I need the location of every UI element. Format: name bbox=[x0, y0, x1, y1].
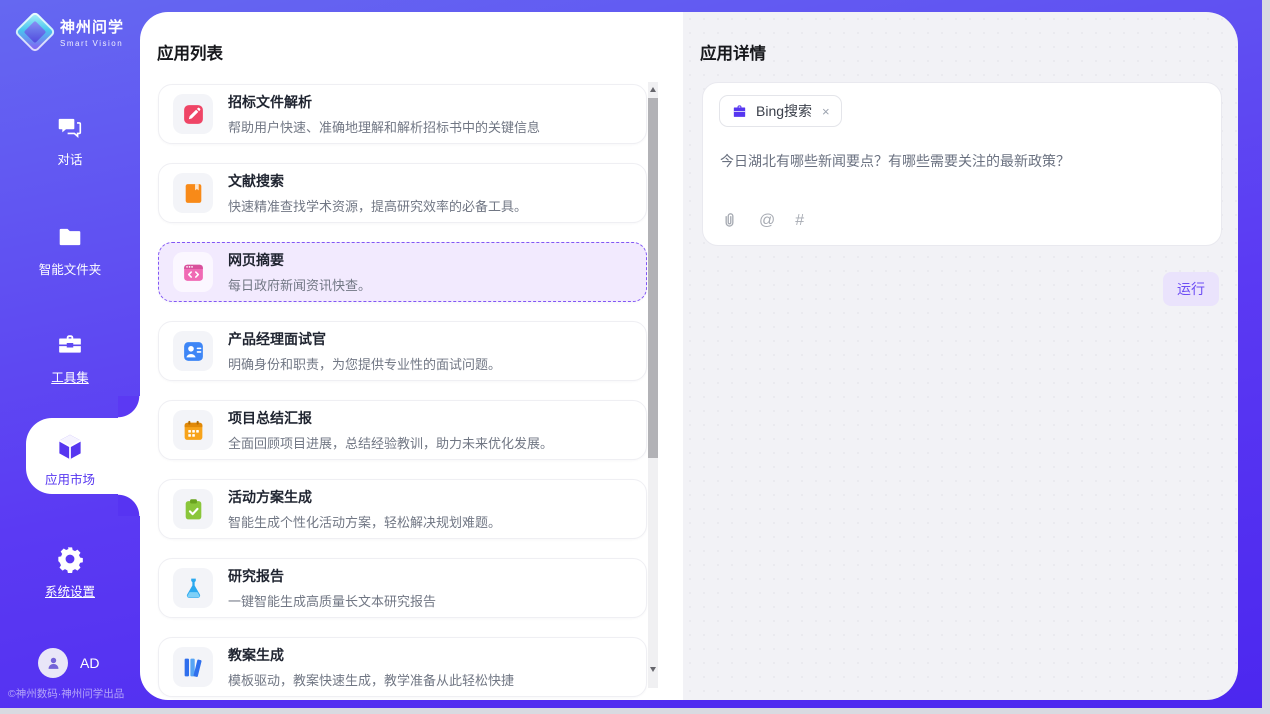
app-list-item[interactable]: 招标文件解析帮助用户快速、准确地理解和解析招标书中的关键信息 bbox=[158, 84, 647, 144]
app-name: 研究报告 bbox=[228, 566, 436, 586]
tag-close-icon[interactable]: × bbox=[822, 104, 830, 119]
user-name-label: AD bbox=[80, 655, 99, 671]
brand-diamond-icon bbox=[14, 11, 56, 53]
app-name: 产品经理面试官 bbox=[228, 329, 501, 349]
app-list-item[interactable]: 活动方案生成智能生成个性化活动方案，轻松解决规划难题。 bbox=[158, 479, 647, 539]
settings-icon bbox=[0, 544, 140, 574]
sidebar-item-market[interactable]: 应用市场 bbox=[0, 432, 140, 488]
prompt-card: Bing搜索 × 今日湖北有哪些新闻要点？有哪些需要关注的最新政策？ @ # bbox=[702, 82, 1222, 246]
pm-interviewer-icon bbox=[173, 331, 213, 371]
app-list-title: 应用列表 bbox=[157, 40, 223, 64]
app-name: 网页摘要 bbox=[228, 250, 371, 270]
person-icon bbox=[45, 655, 62, 672]
tender-parse-icon bbox=[173, 94, 213, 134]
app-detail-title: 应用详情 bbox=[700, 40, 766, 64]
app-list-panel: 应用列表 招标文件解析帮助用户快速、准确地理解和解析招标书中的关键信息文献搜索快… bbox=[140, 12, 683, 700]
lesson-plan-icon bbox=[173, 647, 213, 687]
prompt-input[interactable]: 今日湖北有哪些新闻要点？有哪些需要关注的最新政策？ bbox=[720, 151, 1205, 172]
app-description: 帮助用户快速、准确地理解和解析招标书中的关键信息 bbox=[228, 117, 540, 136]
sidebar-item-folder[interactable]: 智能文件夹 bbox=[0, 222, 140, 278]
sidebar-item-label: 工具集 bbox=[0, 367, 140, 386]
app-list: 招标文件解析帮助用户快速、准确地理解和解析招标书中的关键信息文献搜索快速精准查找… bbox=[158, 84, 647, 700]
briefcase-icon bbox=[731, 103, 748, 120]
toolbox-icon bbox=[0, 330, 140, 360]
app-description: 智能生成个性化活动方案，轻松解决规划难题。 bbox=[228, 512, 501, 531]
brand-name: 神州问学 bbox=[60, 16, 124, 37]
tool-tag-bing-search[interactable]: Bing搜索 × bbox=[719, 95, 842, 127]
app-description: 快速精准查找学术资源，提高研究效率的必备工具。 bbox=[228, 196, 527, 215]
triangle-down-icon bbox=[650, 667, 656, 672]
sidebar-item-chat[interactable]: 对话 bbox=[0, 112, 140, 168]
tag-label: Bing搜索 bbox=[756, 101, 812, 121]
paperclip-icon[interactable] bbox=[720, 211, 739, 230]
app-description: 模板驱动，教案快速生成，教学准备从此轻松快捷 bbox=[228, 670, 514, 689]
sidebar-item-toolbox[interactable]: 工具集 bbox=[0, 330, 140, 386]
sidebar-item-label: 系统设置 bbox=[0, 581, 140, 600]
app-description: 一键智能生成高质量长文本研究报告 bbox=[228, 591, 436, 610]
app-name: 招标文件解析 bbox=[228, 92, 540, 112]
market-icon bbox=[0, 432, 140, 462]
app-window: 神州问学 Smart Vision 对话智能文件夹工具集应用市场系统设置 AD … bbox=[0, 0, 1262, 708]
app-list-item[interactable]: 文献搜索快速精准查找学术资源，提高研究效率的必备工具。 bbox=[158, 163, 647, 223]
bubble-fillet-bottom bbox=[118, 494, 140, 516]
literature-search-icon bbox=[173, 173, 213, 213]
input-toolbar: @ # bbox=[720, 211, 804, 230]
folder-icon bbox=[0, 222, 140, 252]
app-name: 活动方案生成 bbox=[228, 487, 501, 507]
at-icon[interactable]: @ bbox=[759, 212, 775, 230]
app-list-item[interactable]: 产品经理面试官明确身份和职责，为您提供专业性的面试问题。 bbox=[158, 321, 647, 381]
research-report-icon bbox=[173, 568, 213, 608]
event-plan-icon bbox=[173, 489, 213, 529]
chat-icon bbox=[0, 112, 140, 142]
app-detail-panel: 应用详情 Bing搜索 × 今日湖北有哪些新闻要点？有哪些需要关注的最新政策？ … bbox=[683, 12, 1238, 700]
user-account[interactable]: AD bbox=[38, 648, 99, 678]
sidebar-item-label: 应用市场 bbox=[0, 469, 140, 488]
app-description: 明确身份和职责，为您提供专业性的面试问题。 bbox=[228, 354, 501, 373]
project-report-icon bbox=[173, 410, 213, 450]
brand-subtitle: Smart Vision bbox=[60, 39, 124, 48]
app-list-item[interactable]: 项目总结汇报全面回顾项目进展，总结经验教训，助力未来优化发展。 bbox=[158, 400, 647, 460]
sidebar: 神州问学 Smart Vision 对话智能文件夹工具集应用市场系统设置 AD … bbox=[0, 0, 140, 708]
app-name: 文献搜索 bbox=[228, 171, 527, 191]
app-list-item[interactable]: 研究报告一键智能生成高质量长文本研究报告 bbox=[158, 558, 647, 618]
app-list-item[interactable]: 教案生成模板驱动，教案快速生成，教学准备从此轻松快捷 bbox=[158, 637, 647, 697]
scrollbar-down-button[interactable] bbox=[648, 662, 658, 676]
brand-logo: 神州问学 Smart Vision bbox=[20, 16, 124, 48]
app-list-item[interactable]: 网页摘要每日政府新闻资讯快查。 bbox=[158, 242, 647, 302]
avatar[interactable] bbox=[38, 648, 68, 678]
scrollbar-thumb[interactable] bbox=[648, 98, 658, 458]
page-background: 神州问学 Smart Vision 对话智能文件夹工具集应用市场系统设置 AD … bbox=[0, 0, 1270, 714]
app-name: 教案生成 bbox=[228, 645, 514, 665]
run-button[interactable]: 运行 bbox=[1163, 272, 1219, 306]
sidebar-item-label: 智能文件夹 bbox=[0, 259, 140, 278]
app-description: 每日政府新闻资讯快查。 bbox=[228, 275, 371, 294]
triangle-up-icon bbox=[650, 87, 656, 92]
hash-icon[interactable]: # bbox=[795, 212, 804, 230]
scrollbar-up-button[interactable] bbox=[648, 82, 658, 96]
scrollbar[interactable] bbox=[648, 82, 658, 688]
app-name: 项目总结汇报 bbox=[228, 408, 553, 428]
web-summary-icon bbox=[173, 252, 213, 292]
copyright-footer: ©神州数码·神州问学出品 bbox=[8, 686, 140, 701]
sidebar-item-settings[interactable]: 系统设置 bbox=[0, 544, 140, 600]
bubble-fillet-top bbox=[118, 396, 140, 418]
app-description: 全面回顾项目进展，总结经验教训，助力未来优化发展。 bbox=[228, 433, 553, 452]
sidebar-item-label: 对话 bbox=[0, 149, 140, 168]
